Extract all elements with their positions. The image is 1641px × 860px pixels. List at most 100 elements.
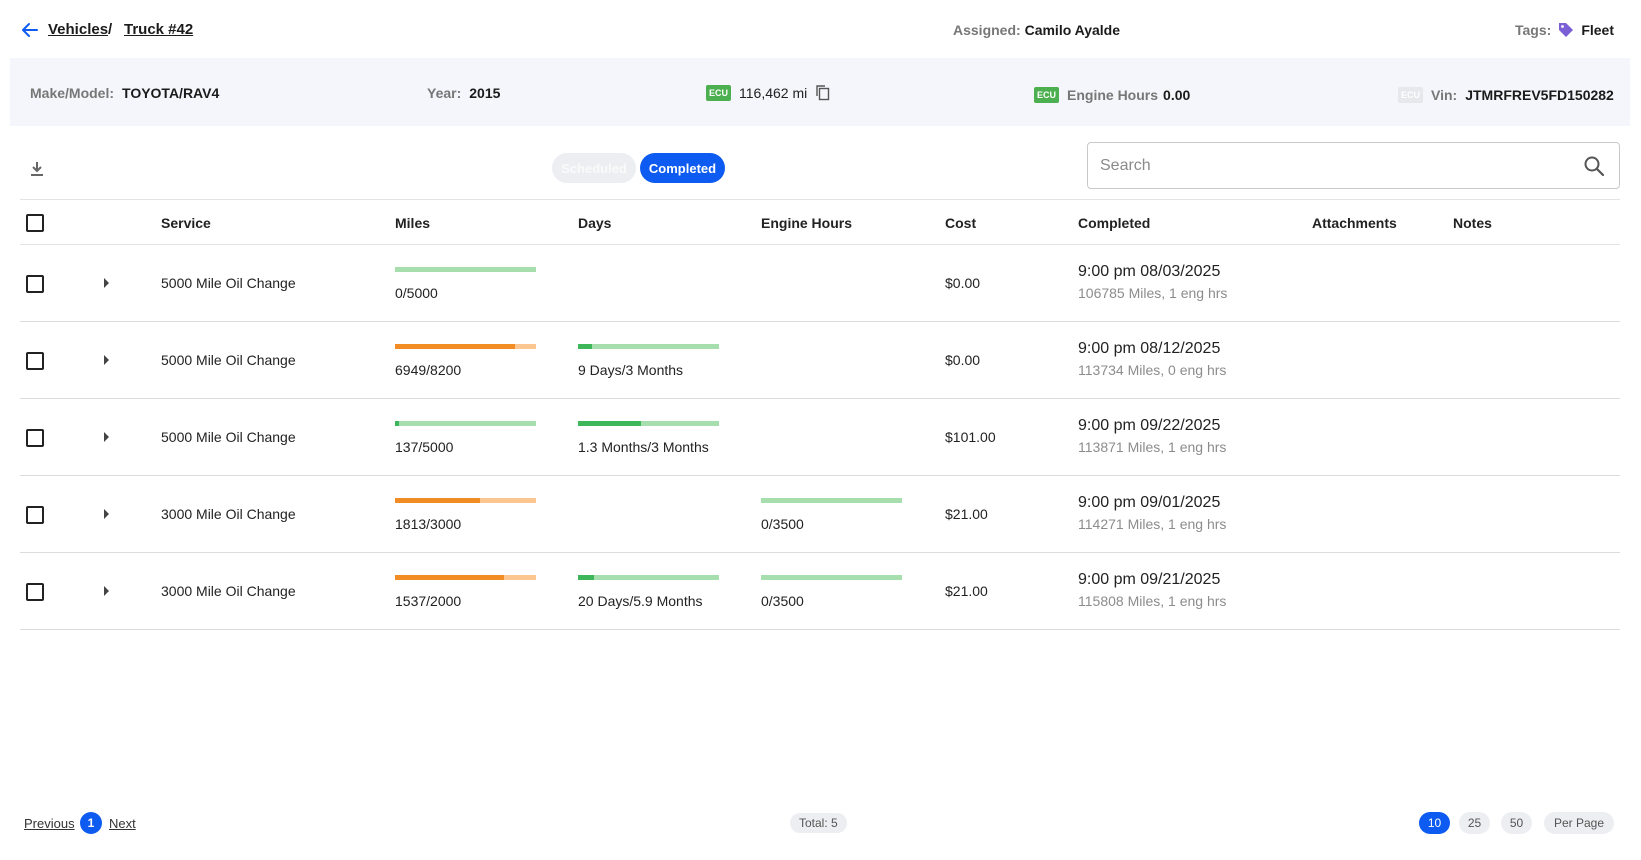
total-count-badge: Total: 5: [790, 813, 847, 833]
year-info: Year: 2015: [427, 85, 500, 101]
miles-progress-bar: [395, 498, 536, 503]
per-page-option-10[interactable]: 10: [1419, 812, 1450, 834]
odometer-info: ECU 116,462 mi: [706, 84, 831, 102]
year-label: Year:: [427, 85, 462, 101]
back-arrow-icon[interactable]: [20, 20, 40, 40]
tags-label: Tags:: [1515, 22, 1552, 38]
miles-value: 1537/2000: [395, 593, 462, 609]
search-icon[interactable]: [1583, 155, 1605, 177]
next-page-link[interactable]: Next: [109, 816, 136, 831]
table-header: Service Miles Days Engine Hours Cost Com…: [20, 199, 1620, 245]
expand-row-icon[interactable]: [104, 586, 109, 596]
engine-hours-value: 0/3500: [761, 593, 804, 609]
miles-progress-bar: [395, 421, 536, 426]
search-input[interactable]: [1100, 153, 1560, 179]
tag-icon: [1559, 23, 1574, 37]
service-name: 5000 Mile Oil Change: [161, 275, 296, 291]
completed-date: 9:00 pm 09/22/2025: [1078, 417, 1221, 434]
miles-progress-bar: [395, 344, 536, 349]
vin-info: ECU Vin: JTMRFREV5FD150282: [1398, 87, 1614, 103]
vin-label: Vin:: [1431, 87, 1458, 103]
table-row[interactable]: 3000 Mile Oil Change 1537/2000 20 Days/5…: [20, 553, 1620, 630]
year-value: 2015: [469, 85, 501, 101]
service-name: 5000 Mile Oil Change: [161, 429, 296, 445]
engine-hours-info: ECU Engine Hours 0.00: [1034, 87, 1190, 103]
table-row[interactable]: 5000 Mile Oil Change 0/5000 $0.00 9:00 p…: [20, 245, 1620, 322]
select-all-checkbox[interactable]: [26, 214, 44, 232]
completed-details: 106785 Miles, 1 eng hrs: [1078, 285, 1228, 301]
cost-value: $21.00: [945, 506, 988, 522]
table-row[interactable]: 5000 Mile Oil Change 6949/8200 9 Days/3 …: [20, 322, 1620, 399]
search-box: [1087, 142, 1620, 189]
days-value: 9 Days/3 Months: [578, 362, 684, 378]
row-checkbox[interactable]: [26, 352, 44, 370]
completed-details: 115808 Miles, 1 eng hrs: [1078, 593, 1227, 609]
table-row[interactable]: 5000 Mile Oil Change 137/5000 1.3 Months…: [20, 399, 1620, 476]
cost-value: $0.00: [945, 275, 981, 291]
breadcrumb-separator: /: [108, 21, 113, 38]
per-page-option-25[interactable]: 25: [1459, 812, 1490, 834]
cost-value: $0.00: [945, 352, 981, 368]
days-progress-bar: [578, 421, 719, 426]
days-value: 20 Days/5.9 Months: [578, 593, 703, 609]
make-model-label: Make/Model:: [30, 85, 115, 101]
column-header-cost[interactable]: Cost: [945, 215, 976, 231]
miles-value: 1813/3000: [395, 516, 462, 532]
column-header-service[interactable]: Service: [161, 215, 211, 231]
engine-hours-label: Engine Hours: [1067, 87, 1159, 103]
row-checkbox[interactable]: [26, 275, 44, 293]
column-header-engine-hours[interactable]: Engine Hours: [761, 215, 852, 231]
row-checkbox[interactable]: [26, 583, 44, 601]
expand-row-icon[interactable]: [104, 432, 109, 442]
completed-date: 9:00 pm 08/12/2025: [1078, 340, 1221, 357]
miles-progress-bar: [395, 267, 536, 272]
make-model-value: TOYOTA/RAV4: [122, 85, 220, 101]
column-header-days[interactable]: Days: [578, 215, 611, 231]
row-checkbox[interactable]: [26, 506, 44, 524]
expand-row-icon[interactable]: [104, 509, 109, 519]
tag-fleet[interactable]: Fleet: [1581, 22, 1614, 38]
service-name: 5000 Mile Oil Change: [161, 352, 296, 368]
make-model-info: Make/Model: TOYOTA/RAV4: [30, 85, 219, 101]
download-icon[interactable]: [28, 160, 46, 178]
tab-scheduled[interactable]: Scheduled: [552, 153, 636, 183]
service-name: 3000 Mile Oil Change: [161, 506, 296, 522]
assigned-info: Assigned: Camilo Ayalde: [953, 22, 1120, 38]
miles-progress-bar: [395, 575, 536, 580]
column-header-completed[interactable]: Completed: [1078, 215, 1150, 231]
cost-value: $101.00: [945, 429, 996, 445]
row-checkbox[interactable]: [26, 429, 44, 447]
vehicle-info-band: Make/Model: TOYOTA/RAV4 Year: 2015 ECU 1…: [10, 58, 1630, 126]
per-page-label: Per Page: [1544, 812, 1614, 834]
column-header-notes: Notes: [1453, 215, 1492, 231]
completed-details: 113734 Miles, 0 eng hrs: [1078, 362, 1227, 378]
column-header-attachments: Attachments: [1312, 215, 1397, 231]
previous-page-link[interactable]: Previous: [24, 816, 75, 831]
engine-hours-progress-bar: [761, 575, 902, 580]
cost-value: $21.00: [945, 583, 988, 599]
per-page-option-50[interactable]: 50: [1501, 812, 1532, 834]
service-name: 3000 Mile Oil Change: [161, 583, 296, 599]
days-progress-bar: [578, 344, 719, 349]
miles-value: 6949/8200: [395, 362, 462, 378]
page-number-current[interactable]: 1: [80, 812, 102, 834]
vin-value: JTMRFREV5FD150282: [1465, 87, 1614, 103]
completed-date: 9:00 pm 09/01/2025: [1078, 494, 1221, 511]
completed-date: 9:00 pm 09/21/2025: [1078, 571, 1221, 588]
completed-date: 9:00 pm 08/03/2025: [1078, 263, 1221, 280]
days-value: 1.3 Months/3 Months: [578, 439, 709, 455]
column-header-miles[interactable]: Miles: [395, 215, 430, 231]
ecu-badge: ECU: [706, 85, 732, 101]
breadcrumb-current[interactable]: Truck #42: [124, 21, 193, 38]
tab-completed[interactable]: Completed: [640, 153, 725, 183]
expand-row-icon[interactable]: [104, 278, 109, 288]
engine-hours-value: 0.00: [1163, 87, 1191, 103]
assigned-label: Assigned:: [953, 22, 1021, 38]
completed-details: 113871 Miles, 1 eng hrs: [1078, 439, 1227, 455]
expand-row-icon[interactable]: [104, 355, 109, 365]
miles-value: 0/5000: [395, 285, 438, 301]
copy-icon[interactable]: [815, 84, 831, 102]
table-row[interactable]: 3000 Mile Oil Change 1813/3000 0/3500 $2…: [20, 476, 1620, 553]
engine-hours-value: 0/3500: [761, 516, 804, 532]
breadcrumb-vehicles-link[interactable]: Vehicles: [48, 21, 108, 38]
